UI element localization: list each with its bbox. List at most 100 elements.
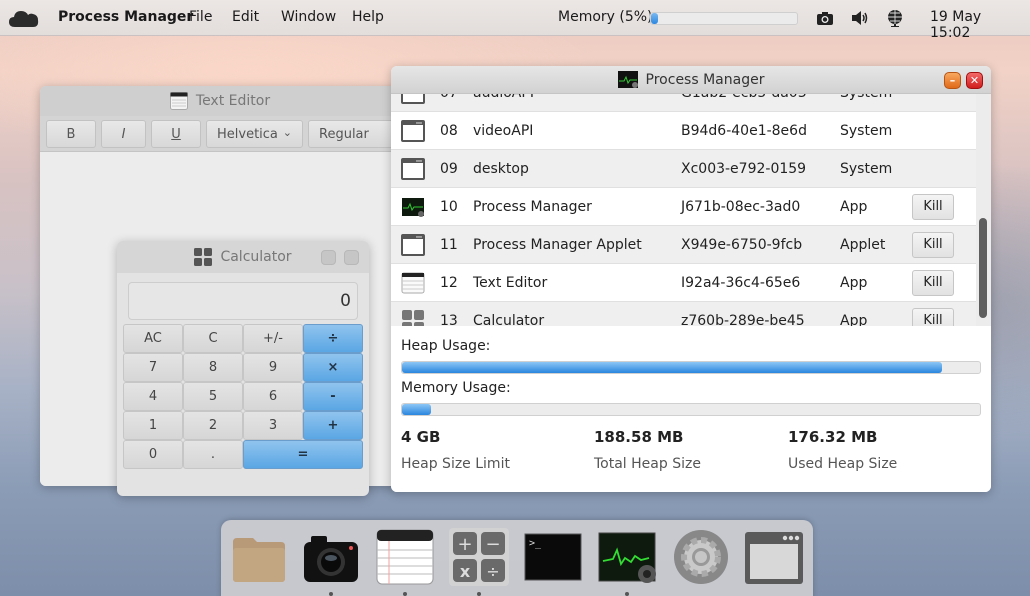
process-type: App [840,198,868,215]
calc-key[interactable]: + [303,411,363,440]
process-manager-window: Process Manager – ✕ 07 audioAPI G1ab2-ecb5… [391,66,991,492]
minimize-button[interactable]: – [944,72,961,89]
process-type: App [840,312,868,327]
scrollbar-thumb[interactable] [979,218,987,318]
italic-button[interactable]: I [101,120,146,148]
process-row[interactable]: 08 videoAPI B94d6-40e1-8e6d System [391,112,976,150]
process-row[interactable]: 07 audioAPI G1ab2-ecb5-da03 System [391,94,976,112]
process-type: System [840,160,893,177]
camera-icon[interactable] [816,9,834,27]
calc-key[interactable]: - [303,382,363,411]
menu-window[interactable]: Window [281,9,336,25]
calculator-titlebar[interactable]: Calculator [117,241,369,273]
text-editor-toolbar: B I U Helvetica ⌄ Regular [40,116,400,152]
calc-key[interactable]: × [303,353,363,382]
menu-help[interactable]: Help [352,9,384,25]
process-number: 09 [440,160,458,177]
dock-files-icon[interactable] [229,528,289,586]
monitor-icon [401,196,425,218]
dock-calculator-icon[interactable]: + − x ÷ [449,528,509,586]
calc-key[interactable]: 9 [243,353,303,382]
dock-camera-icon[interactable] [301,528,361,586]
calc-key[interactable]: 2 [183,411,243,440]
notepad-icon [401,272,425,294]
memory-usage-bar [401,403,981,416]
text-editor-titlebar[interactable]: Text Editor [40,86,400,116]
process-row[interactable]: 12 Text Editor I92a4-36c4-65e6 App Kill [391,264,976,302]
kill-button[interactable]: Kill [912,307,954,326]
minimize-button[interactable] [321,250,336,265]
dock: + − x ÷ >_ [221,520,813,596]
globe-icon[interactable] [886,9,904,27]
calculator-title: Calculator [220,249,292,265]
memory-usage-fill [402,404,431,415]
heap-size-limit-value: 4 GB [401,428,441,446]
font-family-value: Helvetica [217,126,278,142]
bold-button[interactable]: B [46,120,96,148]
svg-text:+: + [457,534,472,555]
calc-key[interactable]: ÷ [303,324,363,353]
dock-window-icon[interactable] [743,528,803,586]
notepad-icon [169,92,188,110]
dock-terminal-icon[interactable]: >_ [523,528,583,586]
calc-key[interactable]: C [183,324,243,353]
close-button[interactable] [344,250,359,265]
calc-key[interactable]: 6 [243,382,303,411]
calc-key[interactable]: 0 [123,440,183,469]
font-family-select[interactable]: Helvetica ⌄ [206,120,303,148]
process-id: z760b-289e-be45 [681,312,805,327]
calc-key[interactable]: +/- [243,324,303,353]
volume-icon[interactable] [851,9,869,27]
clock[interactable]: 19 May 15:02 [930,9,1030,41]
process-row[interactable]: 09 desktop Xc003-e792-0159 System [391,150,976,188]
process-type: Applet [840,236,886,253]
process-list[interactable]: 07 audioAPI G1ab2-ecb5-da03 System 08 videoAP… [391,94,976,326]
kill-button[interactable]: Kill [912,231,954,258]
process-row[interactable]: 10 Process Manager J671b-08ec-3ad0 App Kill [391,188,976,226]
calc-key[interactable]: AC [123,324,183,353]
process-id: X949e-6750-9fcb [681,236,803,253]
process-number: 10 [440,198,458,215]
heap-usage-label: Heap Usage: [401,338,491,354]
dock-settings-icon[interactable] [671,528,731,586]
calc-key[interactable]: 1 [123,411,183,440]
heap-size-limit-caption: Heap Size Limit [401,456,510,472]
process-list-scrollbar[interactable] [976,94,991,326]
calc-key[interactable]: . [183,440,243,469]
process-name: Process Manager Applet [473,236,642,253]
process-id: I92a4-36c4-65e6 [681,274,801,291]
window-icon [401,233,425,256]
font-style-value: Regular [319,126,369,142]
menu-file[interactable]: File [189,9,212,25]
chevron-down-icon: ⌄ [282,126,292,139]
calc-key[interactable]: 3 [243,411,303,440]
calc-key[interactable]: 7 [123,353,183,382]
menu-edit[interactable]: Edit [232,9,259,25]
calc-key[interactable]: 8 [183,353,243,382]
calc-key[interactable]: 4 [123,382,183,411]
process-name: Text Editor [473,274,548,291]
memory-stats-panel: Heap Usage: Memory Usage: 4 GB Heap Size… [391,326,991,492]
cloud-logo-icon[interactable] [8,8,40,28]
kill-button[interactable]: Kill [912,193,954,220]
process-type: System [840,122,893,139]
process-manager-titlebar[interactable]: Process Manager – ✕ [391,66,991,94]
close-button[interactable]: ✕ [966,72,983,89]
svg-text:−: − [485,534,500,555]
underline-button[interactable]: U [151,120,201,148]
calc-key[interactable]: 5 [183,382,243,411]
dock-text-editor-icon[interactable] [375,528,435,586]
process-row[interactable]: 13 Calculator z760b-289e-be45 App Kill [391,302,976,326]
svg-text:>_: >_ [529,538,542,549]
window-icon [401,94,425,104]
total-heap-size-caption: Total Heap Size [594,456,701,472]
process-name: desktop [473,160,529,177]
used-heap-size-caption: Used Heap Size [788,456,898,472]
dock-process-manager-icon[interactable] [597,528,657,586]
process-name: Process Manager [473,198,592,215]
font-style-select[interactable]: Regular [308,120,398,148]
process-row[interactable]: 11 Process Manager Applet X949e-6750-9fcb A… [391,226,976,264]
kill-button[interactable]: Kill [912,269,954,296]
calculator-icon [194,248,213,266]
calc-key[interactable]: = [243,440,363,469]
